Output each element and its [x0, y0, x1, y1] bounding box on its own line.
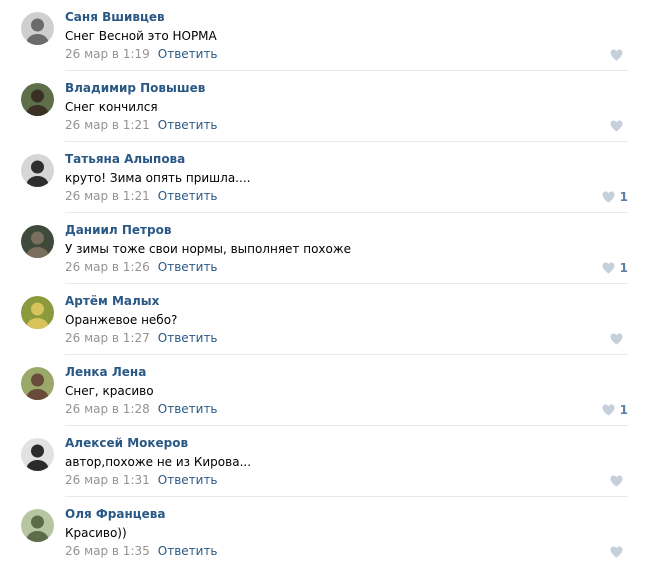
heart-icon — [602, 404, 615, 416]
avatar[interactable] — [21, 438, 54, 471]
comment-author[interactable]: Алексей Мокеров — [65, 436, 188, 451]
like-button[interactable]: 1 — [602, 190, 628, 204]
avatar[interactable] — [21, 83, 54, 116]
heart-icon — [602, 262, 615, 274]
like-button[interactable]: 1 — [602, 403, 628, 417]
comment-meta: 26 мар в 1:21 Ответить — [65, 118, 218, 133]
avatar[interactable] — [21, 225, 54, 258]
heart-icon — [610, 49, 623, 61]
comments-list: Саня Вшивцев Снег Весной это НОРМА 26 ма… — [0, 0, 647, 567]
reply-button[interactable]: Ответить — [158, 544, 218, 558]
comment-date[interactable]: 26 мар в 1:21 — [65, 118, 150, 132]
comment-author[interactable]: Оля Францева — [65, 507, 165, 522]
like-count: 1 — [619, 403, 628, 417]
like-button[interactable] — [610, 474, 628, 488]
like-button[interactable]: 1 — [602, 261, 628, 275]
comment-meta: 26 мар в 1:31 Ответить — [65, 473, 218, 488]
reply-button[interactable]: Ответить — [158, 47, 218, 61]
heart-icon — [610, 546, 623, 558]
comment-date[interactable]: 26 мар в 1:27 — [65, 331, 150, 345]
comment-date[interactable]: 26 мар в 1:21 — [65, 189, 150, 203]
avatar[interactable] — [21, 154, 54, 187]
comment-date[interactable]: 26 мар в 1:35 — [65, 544, 150, 558]
comment-item: Саня Вшивцев Снег Весной это НОРМА 26 ма… — [0, 0, 647, 71]
reply-button[interactable]: Ответить — [158, 260, 218, 274]
comment-item: Даниил Петров У зимы тоже свои нормы, вы… — [0, 213, 647, 284]
comment-text: У зимы тоже свои нормы, выполняет похоже — [65, 242, 352, 256]
avatar[interactable] — [21, 509, 54, 542]
comment-meta: 26 мар в 1:19 Ответить — [65, 47, 218, 62]
comment-date[interactable]: 26 мар в 1:28 — [65, 402, 150, 416]
comment-author[interactable]: Татьяна Алыпова — [65, 152, 185, 167]
like-button[interactable] — [610, 119, 628, 133]
comment-date[interactable]: 26 мар в 1:26 — [65, 260, 150, 274]
comment-item: Артём Малых Оранжевое небо? 26 мар в 1:2… — [0, 284, 647, 355]
comment-text: Снег Весной это НОРМА — [65, 29, 217, 43]
comment-author[interactable]: Артём Малых — [65, 294, 159, 309]
reply-button[interactable]: Ответить — [158, 118, 218, 132]
like-count: 1 — [619, 261, 628, 275]
comment-text: Красиво)) — [65, 526, 127, 540]
comment-item: Татьяна Алыпова круто! Зима опять пришла… — [0, 142, 647, 213]
comment-meta: 26 мар в 1:27 Ответить — [65, 331, 218, 346]
heart-icon — [610, 475, 623, 487]
avatar[interactable] — [21, 367, 54, 400]
comment-meta: 26 мар в 1:21 Ответить — [65, 189, 218, 204]
avatar[interactable] — [21, 12, 54, 45]
comment-text: Снег кончился — [65, 100, 158, 114]
comment-author[interactable]: Саня Вшивцев — [65, 10, 165, 25]
comment-meta: 26 мар в 1:35 Ответить — [65, 544, 218, 559]
comment-item: Оля Францева Красиво)) 26 мар в 1:35 Отве… — [0, 497, 647, 568]
comment-author[interactable]: Ленка Лена — [65, 365, 146, 380]
comment-item: Владимир Повышев Снег кончился 26 мар в … — [0, 71, 647, 142]
reply-button[interactable]: Ответить — [158, 331, 218, 345]
comment-text: круто! Зима опять пришла.... — [65, 171, 251, 185]
comment-text: автор,похоже не из Кирова... — [65, 455, 252, 469]
heart-icon — [610, 120, 623, 132]
comment-item: Ленка Лена Снег, красиво 26 мар в 1:28 От… — [0, 355, 647, 426]
comment-item: Алексей Мокеров автор,похоже не из Киров… — [0, 426, 647, 497]
like-count: 1 — [619, 190, 628, 204]
comment-meta: 26 мар в 1:28 Ответить — [65, 402, 218, 417]
like-button[interactable] — [610, 332, 628, 346]
comment-text: Снег, красиво — [65, 384, 154, 398]
comment-date[interactable]: 26 мар в 1:31 — [65, 473, 150, 487]
like-button[interactable] — [610, 48, 628, 62]
comment-meta: 26 мар в 1:26 Ответить — [65, 260, 218, 275]
comment-author[interactable]: Даниил Петров — [65, 223, 171, 238]
like-button[interactable] — [610, 545, 628, 559]
heart-icon — [602, 191, 615, 203]
reply-button[interactable]: Ответить — [158, 189, 218, 203]
comment-author[interactable]: Владимир Повышев — [65, 81, 205, 96]
reply-button[interactable]: Ответить — [158, 402, 218, 416]
comment-date[interactable]: 26 мар в 1:19 — [65, 47, 150, 61]
reply-button[interactable]: Ответить — [158, 473, 218, 487]
comment-text: Оранжевое небо? — [65, 313, 178, 327]
avatar[interactable] — [21, 296, 54, 329]
heart-icon — [610, 333, 623, 345]
